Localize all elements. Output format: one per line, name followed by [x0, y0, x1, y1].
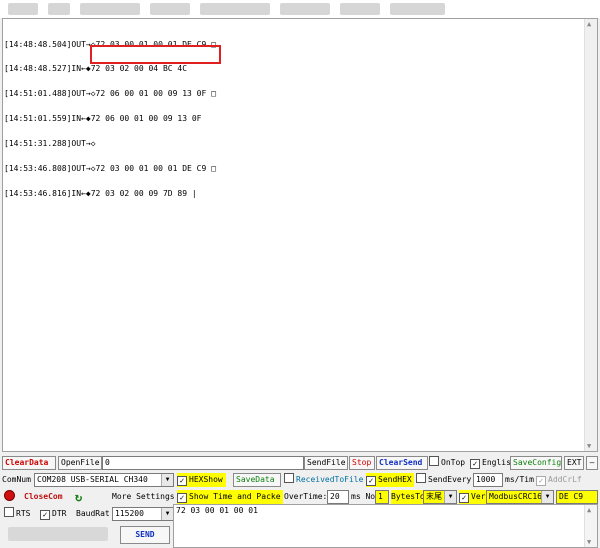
com-port-value: COM208 USB-SERIAL CH340	[37, 475, 148, 484]
send-hex-checkbox[interactable]: ✓ SendHEX	[366, 473, 414, 487]
com-port-select[interactable]: COM208 USB-SERIAL CH340 ▼	[34, 473, 174, 487]
ms-no-label: ms No	[351, 492, 376, 501]
on-top-label: OnTop	[441, 458, 466, 467]
clear-data-button[interactable]: ClearData	[2, 456, 56, 470]
received-to-file-label: ReceivedToFile	[296, 475, 364, 484]
title-blur-block	[80, 3, 140, 15]
send-scrollbar[interactable]: ▲ ▼	[584, 505, 597, 547]
send-every-label: SendEvery:	[428, 475, 477, 484]
no-input[interactable]: 1	[375, 490, 389, 504]
title-blur-block	[8, 3, 38, 15]
open-file-button[interactable]: OpenFile	[58, 456, 102, 470]
english-checkbox[interactable]: ✓ English	[470, 456, 516, 470]
file-path-input[interactable]: 0	[102, 456, 304, 470]
toolbar-row-1: ClearData OpenFile 0 SendFile Stop Clear…	[2, 456, 598, 471]
checkbox-checked-icon: ✓	[470, 459, 480, 469]
received-to-file-checkbox[interactable]: ReceivedToFile	[284, 473, 363, 487]
title-blur-block	[200, 3, 270, 15]
add-crlf-checkbox[interactable]: ✓ AddCrLf	[536, 473, 582, 487]
hex-show-checkbox[interactable]: ✓ HEXShow	[177, 473, 226, 487]
bytes-to-label: BytesTo	[391, 490, 425, 504]
log-line: [14:53:46.808]OUT→◇72 03 00 01 00 01 DE …	[4, 164, 216, 174]
interval-input[interactable]: 1000	[473, 473, 503, 487]
toolbar-row-4: RTS ✓ DTR BaudRat 115200 ▼	[2, 507, 174, 522]
log-line: [14:51:31.288]OUT→◇	[4, 139, 96, 149]
close-com-button[interactable]: CloseCom	[24, 490, 63, 504]
save-data-button[interactable]: SaveData	[233, 473, 281, 487]
title-blur-block	[340, 3, 380, 15]
on-top-checkbox[interactable]: OnTop	[429, 456, 465, 470]
log-scrollbar[interactable]: ▲ ▼	[584, 19, 597, 451]
checkbox-icon	[416, 473, 426, 483]
send-button[interactable]: SEND	[120, 526, 170, 544]
show-time-label: Show Time and Packe	[189, 492, 281, 501]
rts-checkbox[interactable]: RTS	[4, 507, 30, 521]
crc-value-field[interactable]: DE C9	[556, 490, 598, 504]
scroll-up-icon[interactable]: ▲	[587, 20, 591, 28]
baud-rate-label: BaudRat	[76, 509, 110, 518]
toolbar-row-2: ComNum COM208 USB-SERIAL CH340 ▼ ✓ HEXSho…	[2, 473, 598, 488]
add-crlf-label: AddCrLf	[548, 475, 582, 484]
baud-rate-select[interactable]: 115200 ▼	[112, 507, 174, 521]
com-num-label: ComNum	[2, 475, 31, 484]
receive-log-area[interactable]: [14:48:48.504]OUT→◇72 03 00 01 00 01 DE …	[2, 18, 598, 452]
checkbox-checked-icon: ✓	[459, 493, 469, 503]
log-line: [14:48:48.527]IN←◆72 03 02 00 04 BC 4C	[4, 64, 188, 74]
rts-label: RTS	[16, 509, 31, 518]
checkbox-checked-icon: ✓	[40, 510, 50, 520]
send-hex-label: SendHEX	[378, 475, 412, 484]
log-line: [14:53:46.816]IN←◆72 03 02 00 09 7D 89 |	[4, 188, 197, 198]
log-line: [14:51:01.559]IN←◆72 06 00 01 00 09 13 0…	[4, 114, 202, 124]
log-line: [14:51:01.488]OUT→◇72 06 00 01 00 09 13 …	[4, 89, 216, 99]
chevron-down-icon: ▼	[444, 491, 456, 503]
checkbox-checked-icon: ✓	[177, 476, 187, 486]
chevron-down-icon: ▼	[161, 474, 173, 486]
checkbox-icon	[4, 507, 14, 517]
toolbar-row-3: CloseCom ↻ More Settings ✓ Show Time and …	[2, 490, 598, 505]
refresh-icon[interactable]: ↻	[75, 490, 82, 504]
chevron-down-icon: ▼	[161, 508, 173, 520]
title-blur-block	[150, 3, 190, 15]
blurred-region	[8, 527, 108, 541]
checkbox-icon	[284, 473, 294, 483]
show-time-checkbox[interactable]: ✓ Show Time and Packe	[177, 490, 283, 504]
send-input-area[interactable]: 72 03 00 01 00 01 ▲ ▼	[173, 504, 598, 548]
baud-rate-value: 115200	[115, 509, 144, 518]
dtr-label: DTR	[52, 509, 67, 518]
send-every-checkbox[interactable]: SendEvery:	[416, 473, 476, 487]
checkbox-checked-icon: ✓	[177, 493, 187, 503]
save-config-button[interactable]: SaveConfig	[510, 456, 562, 470]
send-file-button[interactable]: SendFile	[304, 456, 348, 470]
scroll-down-icon[interactable]: ▼	[587, 442, 591, 450]
checkbox-checked-icon: ✓	[366, 476, 376, 486]
end-value: 末尾	[426, 492, 442, 501]
clear-send-button[interactable]: ClearSend	[376, 456, 428, 470]
title-blur-block	[390, 3, 445, 15]
dtr-checkbox[interactable]: ✓ DTR	[40, 507, 66, 521]
more-settings-button[interactable]: More Settings	[112, 490, 175, 504]
title-blur-block	[280, 3, 330, 15]
checkbox-checked-icon: ✓	[536, 476, 546, 486]
hex-show-label: HEXShow	[189, 475, 223, 484]
port-status-icon	[4, 490, 15, 505]
minimize-button[interactable]: —	[586, 456, 598, 470]
title-bar	[0, 0, 600, 18]
stop-button[interactable]: Stop	[349, 456, 375, 470]
over-time-label: OverTime:	[284, 492, 328, 501]
end-select[interactable]: 末尾 ▼	[423, 490, 457, 504]
highlight-box	[90, 45, 221, 64]
over-time-input[interactable]: 20	[327, 490, 349, 504]
interval-unit-label: ms/Tim	[505, 475, 534, 484]
checkbox-icon	[429, 456, 439, 466]
title-blur-block	[48, 3, 70, 15]
chevron-down-icon: ▼	[541, 491, 553, 503]
scroll-up-icon[interactable]: ▲	[587, 506, 591, 514]
scroll-down-icon[interactable]: ▼	[587, 538, 591, 546]
send-input[interactable]: 72 03 00 01 00 01	[176, 506, 258, 515]
verify-mode-select[interactable]: ModbusCRC16 ▼	[486, 490, 554, 504]
ext-button[interactable]: EXT	[564, 456, 584, 470]
verify-mode-value: ModbusCRC16	[489, 492, 542, 501]
